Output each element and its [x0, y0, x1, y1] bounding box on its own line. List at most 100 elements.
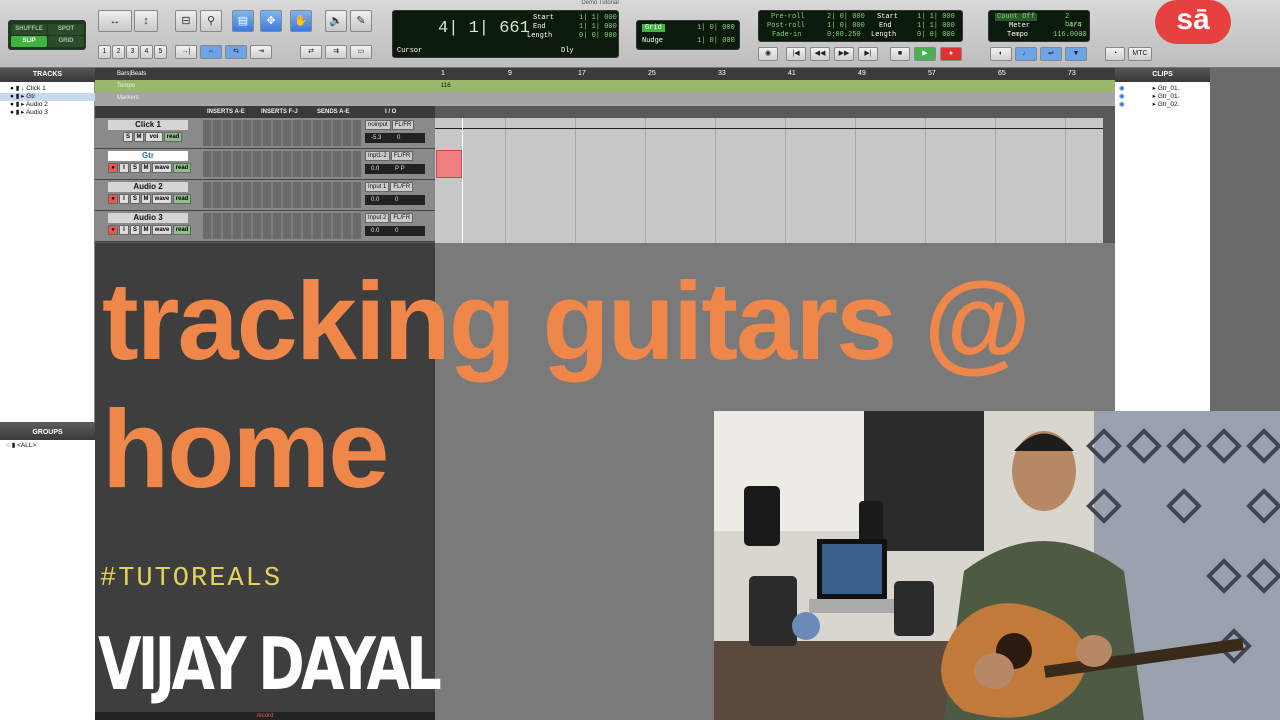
volume-value[interactable]: 0.0 P P [365, 164, 425, 174]
main-counter[interactable]: 4| 1| 661 Start End Length 1| 1| 000 1| … [392, 10, 619, 58]
markers-ruler[interactable]: Markers [95, 92, 1115, 104]
mtc-button[interactable]: MTC [1128, 47, 1152, 61]
wait-for-note-icon[interactable]: ◐ [990, 47, 1012, 61]
link-track-icon[interactable]: ⇆ [225, 45, 247, 59]
volume-value[interactable]: 0.0 0 [365, 226, 425, 236]
track-list-item[interactable]: ● ▮ ↓ Click 1 [0, 85, 95, 93]
solo-button[interactable]: S [130, 225, 140, 235]
input-selector[interactable]: Inpt1-2 [365, 151, 390, 161]
midi-merge-icon[interactable]: ⇌ [1040, 47, 1062, 61]
track-name[interactable]: Audio 2 [108, 182, 188, 192]
grid-label[interactable]: Grid [642, 24, 665, 32]
view-selector[interactable]: vol [145, 132, 163, 142]
mute-button[interactable]: M [134, 132, 144, 142]
preroll-value[interactable]: 2| 0| 000 [827, 13, 865, 21]
speaker-icon[interactable]: 🔈 [325, 10, 347, 32]
zoom-preset-4[interactable]: 4 [140, 45, 153, 59]
zoom-vertical-icon[interactable]: ↕ [134, 10, 158, 32]
automation-mode[interactable]: read [173, 225, 191, 235]
insert-send-slots[interactable] [203, 213, 361, 239]
insertion-follows-icon[interactable]: ⇥ [250, 45, 272, 59]
automation-mode[interactable]: read [164, 132, 182, 142]
return-to-zero-icon[interactable]: |◀ [786, 47, 806, 61]
pencil-tool-icon[interactable]: ✎ [350, 10, 372, 32]
mute-button[interactable]: M [141, 225, 151, 235]
track-audio-3[interactable]: Audio 3 ● I S Mwave read Input 2 FL/FR 0.0 0 [95, 211, 435, 242]
insert-send-slots[interactable] [203, 182, 361, 208]
zoom-preset-3[interactable]: 3 [126, 45, 139, 59]
track-gtr[interactable]: Gtr ● I S Mwave read Inpt1-2 FL/FR 0.0 P P [95, 149, 435, 180]
track-list-item[interactable]: ● ▮ ▸ Gtr [0, 93, 95, 101]
end-value[interactable]: 1| 1| 000 [579, 23, 617, 31]
zoom-toggle-icon[interactable]: ↔ [98, 10, 132, 32]
automation-mode[interactable]: read [173, 163, 191, 173]
output-selector[interactable]: FL/FR [390, 151, 414, 161]
view-selector[interactable]: wave [152, 225, 172, 235]
input-monitor-button[interactable]: I [119, 225, 129, 235]
nudge-value[interactable]: 1| 0| 000 [697, 37, 735, 45]
input-monitor-button[interactable]: I [119, 163, 129, 173]
zoom-preset-1[interactable]: 1 [98, 45, 111, 59]
mute-button[interactable]: M [141, 194, 151, 204]
input-selector[interactable]: noinput [365, 120, 391, 130]
gtr-audio-clip[interactable] [436, 150, 462, 178]
group-list-item[interactable]: ○ ▮ <ALL> [0, 442, 95, 450]
tab-to-transient-icon[interactable]: →| [175, 45, 197, 59]
insert-send-slots[interactable] [203, 151, 361, 177]
sync-icon[interactable]: ◔ [1105, 47, 1125, 61]
track-name[interactable]: Gtr [108, 151, 188, 161]
insert-send-slots[interactable] [203, 120, 361, 146]
output-selector[interactable]: FL/FR [391, 120, 415, 130]
zoom-preset-5[interactable]: 5 [154, 45, 167, 59]
stop-icon[interactable]: ■ [890, 47, 910, 61]
playhead-line[interactable] [462, 118, 463, 243]
record-enable-button[interactable]: ● [108, 194, 118, 204]
fast-forward-icon[interactable]: ▶▶ [834, 47, 854, 61]
nudge-label[interactable]: Nudge [642, 37, 663, 45]
postroll-value[interactable]: 1| 0| 000 [827, 22, 865, 30]
meter-value[interactable]: 4/4 [1069, 22, 1082, 30]
grid-mode-button[interactable]: GRID [48, 36, 84, 47]
automation-mode[interactable]: read [173, 194, 191, 204]
output-selector[interactable]: FL/FR [390, 213, 414, 223]
play-icon[interactable]: ▶ [914, 47, 936, 61]
solo-button[interactable]: S [123, 132, 133, 142]
hand-tool-icon[interactable]: ✋ [290, 10, 312, 32]
track-name[interactable]: Click 1 [108, 120, 188, 130]
grid-value[interactable]: 1| 0| 000 [697, 24, 735, 32]
trim-tool-icon[interactable]: ⚲ [200, 10, 222, 32]
track-name[interactable]: Audio 3 [108, 213, 188, 223]
zoomer-tool-icon[interactable]: ⊟ [175, 10, 197, 32]
preroll-label[interactable]: Pre-roll [771, 13, 805, 21]
fadein-label[interactable]: Fade-in [772, 31, 801, 39]
countoff-button[interactable]: Count Off [995, 13, 1037, 21]
mute-button[interactable]: M [141, 163, 151, 173]
tempo-ruler[interactable]: Tempo 116 [95, 80, 1115, 92]
fadein-value[interactable]: 0:00.250 [827, 31, 861, 39]
clips-panel-header[interactable]: CLIPS [1115, 68, 1210, 82]
track-click-1[interactable]: Click 1 S Mvol read noinput FL/FR -5.3 0 [95, 118, 435, 149]
start-value[interactable]: 1| 1| 000 [579, 14, 617, 22]
spot-mode-button[interactable]: SPOT [48, 24, 84, 35]
zoom-preset-2[interactable]: 2 [112, 45, 125, 59]
output-selector[interactable]: FL/FR [390, 182, 414, 192]
groups-panel-header[interactable]: GROUPS [0, 426, 95, 440]
grabber-tool-icon[interactable]: ✥ [260, 10, 282, 32]
record-icon[interactable]: ● [940, 47, 962, 61]
metronome-icon[interactable]: ♩ [1015, 47, 1037, 61]
solo-button[interactable]: S [130, 163, 140, 173]
tempo-marker[interactable]: 116 [441, 80, 451, 92]
transport-start-value[interactable]: 1| 1| 000 [917, 13, 955, 21]
go-to-end-icon[interactable]: ▶| [858, 47, 878, 61]
transport-length-value[interactable]: 0| 0| 000 [917, 31, 955, 39]
automation-follows-icon[interactable]: ⇉ [325, 45, 347, 59]
tracks-panel-header[interactable]: TRACKS [0, 68, 95, 82]
input-selector[interactable]: Input 2 [365, 213, 390, 223]
track-list-item[interactable]: ● ▮ ▸ Audio 2 [0, 101, 95, 109]
online-icon[interactable]: ◉ [758, 47, 778, 61]
shuffle-mode-button[interactable]: SHUFFLE [11, 24, 47, 35]
link-timeline-icon[interactable]: ⇔ [200, 45, 222, 59]
conductor-icon[interactable]: ▼ [1065, 47, 1087, 61]
track-list-item[interactable]: ● ▮ ▸ Audio 3 [0, 109, 95, 117]
input-monitor-button[interactable]: I [119, 194, 129, 204]
